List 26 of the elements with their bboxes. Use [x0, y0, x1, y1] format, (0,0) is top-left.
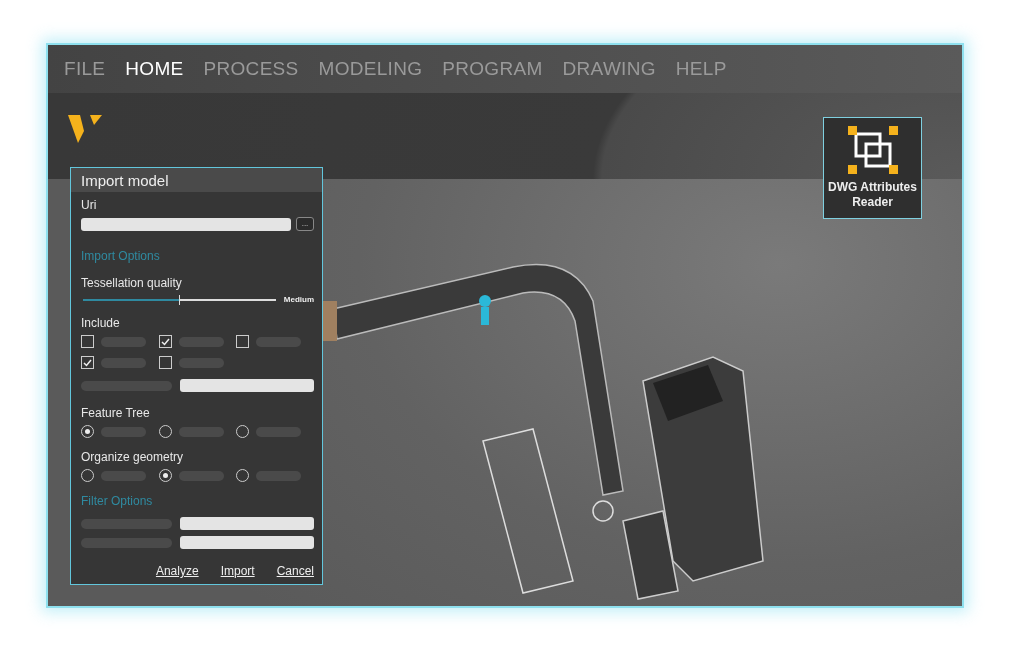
- input-field[interactable]: [180, 536, 314, 549]
- field-label: Feature Tree: [81, 406, 151, 421]
- dwg-reader-button[interactable]: DWG Attributes Reader: [823, 117, 922, 219]
- input-field[interactable]: [180, 379, 314, 392]
- dialog-title: Import model: [81, 171, 169, 189]
- input-field[interactable]: [180, 517, 314, 530]
- field-label: Uri: [81, 198, 98, 213]
- section-heading: Import Options: [81, 249, 161, 264]
- dialog-link-button[interactable]: Cancel: [276, 564, 314, 578]
- squares-icon: [845, 124, 900, 176]
- checkbox[interactable]: [81, 356, 94, 369]
- slider-value: Medium: [283, 295, 314, 304]
- field-label: Organize geometry: [81, 450, 185, 465]
- field-label: Include: [81, 316, 121, 331]
- checkbox[interactable]: [81, 335, 94, 348]
- field-label: Tessellation quality: [81, 276, 183, 291]
- section-heading: Filter Options: [81, 494, 154, 509]
- dialog-link-button[interactable]: Import: [220, 564, 255, 578]
- checkbox[interactable]: [158, 335, 172, 348]
- dialog-link-button[interactable]: Analyze: [155, 564, 199, 578]
- logo-icon: [68, 113, 102, 143]
- checkbox[interactable]: [236, 335, 250, 348]
- uri-field[interactable]: [81, 217, 291, 231]
- checkbox[interactable]: [158, 356, 172, 369]
- menu-tab[interactable]: HOME: [125, 58, 184, 80]
- browse-button[interactable]: ...: [296, 217, 314, 231]
